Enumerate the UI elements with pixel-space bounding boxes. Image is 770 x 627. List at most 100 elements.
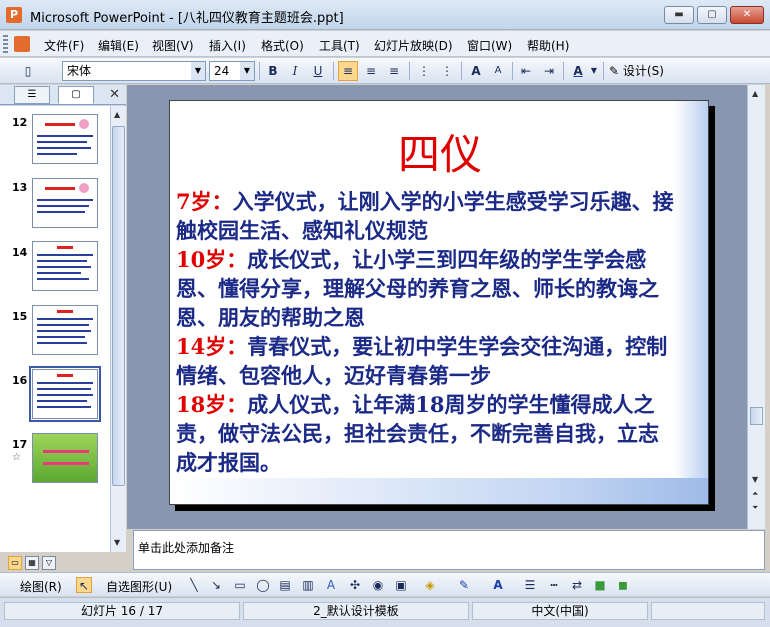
bullet-list-icon[interactable]: ⋮ [437, 61, 457, 81]
paragraph-text: 成长仪式，让小学三到四年级的学生学会感恩、懂得分享，理解父母的养育之恩、师长的教… [176, 247, 659, 330]
scroll-down-icon[interactable]: ▼ [752, 475, 758, 484]
menu-edit[interactable]: 编辑(E) [98, 37, 139, 54]
slide-scrollbar[interactable]: ▲ ▼ ⏶ ⏷ [747, 85, 765, 529]
chevron-down-icon[interactable]: ▼ [589, 61, 599, 81]
thumb-title [43, 450, 89, 453]
previous-slide-icon[interactable]: ⏶ [752, 489, 758, 499]
design-icon: ✎ [609, 64, 620, 78]
menu-format[interactable]: 格式(O) [261, 37, 304, 54]
textbox-icon[interactable]: ▤ [277, 577, 293, 593]
menu-insert[interactable]: 插入(I) [209, 37, 246, 54]
picture-icon[interactable]: ▣ [393, 577, 409, 593]
maximize-button[interactable]: ▢ [697, 6, 727, 24]
align-right-icon[interactable]: ≡ [384, 61, 404, 81]
slide-body-text[interactable]: 7岁：入学仪式，让刚入学的小学生感受学习乐趣、接触校园生活、感知礼仪规范 10岁… [176, 187, 676, 477]
diagram-icon[interactable]: ✣ [347, 577, 363, 593]
slide-thumbnail-15[interactable] [32, 305, 98, 355]
scrollbar-thumb[interactable] [750, 407, 763, 425]
scroll-up-icon[interactable]: ▲ [752, 89, 758, 98]
thumb-text-line [37, 336, 85, 338]
line-icon[interactable]: ╲ [186, 577, 202, 593]
thumb-text-line [37, 330, 91, 332]
age-label: 10岁： [176, 247, 248, 272]
slide-thumbnail-17[interactable] [32, 433, 98, 483]
tab-slides[interactable]: ▢ [58, 86, 94, 104]
new-document-icon[interactable]: ▯ [18, 61, 38, 81]
minimize-button[interactable]: ▬ [664, 6, 694, 24]
thumbnail-list: 12 13 14 15 16 17 ☆ [0, 106, 110, 552]
font-color-icon[interactable]: A [490, 577, 506, 593]
slideshow-icon[interactable]: ▽ [42, 556, 56, 570]
design-button[interactable]: ✎ 设计(S) [608, 61, 672, 81]
thumb-flower [79, 183, 89, 193]
thumb-text-line [37, 272, 81, 274]
vertical-textbox-icon[interactable]: ▥ [300, 577, 316, 593]
increase-indent-icon[interactable]: ⇥ [539, 61, 559, 81]
slide-thumbnail-16[interactable] [29, 366, 101, 422]
shrink-font-button[interactable]: A [488, 61, 508, 81]
slide-title[interactable]: 四仪 [170, 121, 708, 182]
document-icon[interactable] [14, 36, 30, 52]
line-color-icon[interactable]: ✎ [456, 577, 472, 593]
chevron-down-icon[interactable]: ▼ [191, 62, 205, 80]
clipart-icon[interactable]: ◉ [370, 577, 386, 593]
thumb-text-line [37, 324, 89, 326]
language-status: 中文(中国) [472, 602, 648, 620]
title-bar: P Microsoft PowerPoint - [八礼四仪教育主题班会.ppt… [0, 0, 770, 30]
draw-menu-button[interactable]: 绘图(R) [20, 578, 62, 595]
menu-file[interactable]: 文件(F) [44, 37, 84, 54]
paragraph-text: 成人仪式，让年满18周岁的学生懂得成人之责，做守法公民，担社会责任，不断完善自我… [176, 392, 659, 475]
close-button[interactable]: ✕ [730, 6, 764, 24]
menu-window[interactable]: 窗口(W) [467, 37, 512, 54]
grow-font-button[interactable]: A [466, 61, 486, 81]
menu-slideshow[interactable]: 幻灯片放映(D) [374, 37, 453, 54]
toolbar-separator [563, 62, 564, 80]
close-icon[interactable]: ✕ [109, 87, 120, 102]
align-left-icon[interactable]: ≡ [338, 61, 358, 81]
scroll-up-icon[interactable]: ▲ [114, 110, 120, 119]
rectangle-icon[interactable]: ▭ [232, 577, 248, 593]
slide-thumbnail-13[interactable] [32, 178, 98, 228]
current-slide[interactable]: 四仪 7岁：入学仪式，让刚入学的小学生感受学习乐趣、接触校园生活、感知礼仪规范 … [169, 100, 709, 505]
select-pointer-icon[interactable]: ↖ [76, 577, 92, 593]
thumb-text-line [37, 342, 87, 344]
chevron-down-icon[interactable]: ▼ [240, 62, 254, 80]
thumbnail-scrollbar[interactable]: ▲ ▼ [110, 106, 126, 552]
underline-button[interactable]: U [308, 61, 328, 81]
scrollbar-thumb[interactable] [112, 126, 125, 486]
arrow-icon[interactable]: ↘ [208, 577, 224, 593]
bold-button[interactable]: B [263, 61, 283, 81]
font-color-button[interactable]: A [568, 61, 588, 81]
shadow-icon[interactable]: ■ [592, 577, 608, 593]
slide-thumbnail-12[interactable] [32, 114, 98, 164]
scroll-down-icon[interactable]: ▼ [114, 538, 120, 547]
arrow-style-icon[interactable]: ⇄ [569, 577, 585, 593]
decrease-indent-icon[interactable]: ⇤ [516, 61, 536, 81]
wordart-icon[interactable]: A [323, 577, 339, 593]
slide-sorter-icon[interactable]: ▦ [25, 556, 39, 570]
align-center-icon[interactable]: ≡ [361, 61, 381, 81]
slide-thumbnail-14[interactable] [32, 241, 98, 291]
menu-tools[interactable]: 工具(T) [319, 37, 360, 54]
normal-view-icon[interactable]: ▭ [8, 556, 22, 570]
panel-tabs: ☰ ▢ ✕ [0, 85, 126, 105]
slide-number: 17 [12, 438, 28, 451]
font-name-combo[interactable]: 宋体 ▼ [62, 61, 206, 81]
notes-pane[interactable]: 单击此处添加备注 [133, 530, 765, 570]
next-slide-icon[interactable]: ⏷ [752, 503, 758, 513]
line-style-icon[interactable]: ☰ [522, 577, 538, 593]
tab-outline[interactable]: ☰ [14, 86, 50, 104]
toolbar-separator [512, 62, 513, 80]
oval-icon[interactable]: ◯ [255, 577, 271, 593]
font-size-combo[interactable]: 24 ▼ [209, 61, 255, 81]
numbered-list-icon[interactable]: ⋮ [414, 61, 434, 81]
slide-number: 16 [12, 374, 28, 387]
menu-view[interactable]: 视图(V) [152, 37, 194, 54]
autoshapes-button[interactable]: 自选图形(U) [106, 578, 172, 595]
menubar-grip[interactable] [3, 35, 8, 53]
dash-style-icon[interactable]: ┅ [546, 577, 562, 593]
italic-button[interactable]: I [285, 61, 305, 81]
menu-help[interactable]: 帮助(H) [527, 37, 569, 54]
fill-color-icon[interactable]: ◈ [422, 577, 438, 593]
3d-style-icon[interactable]: ◼ [615, 577, 631, 593]
